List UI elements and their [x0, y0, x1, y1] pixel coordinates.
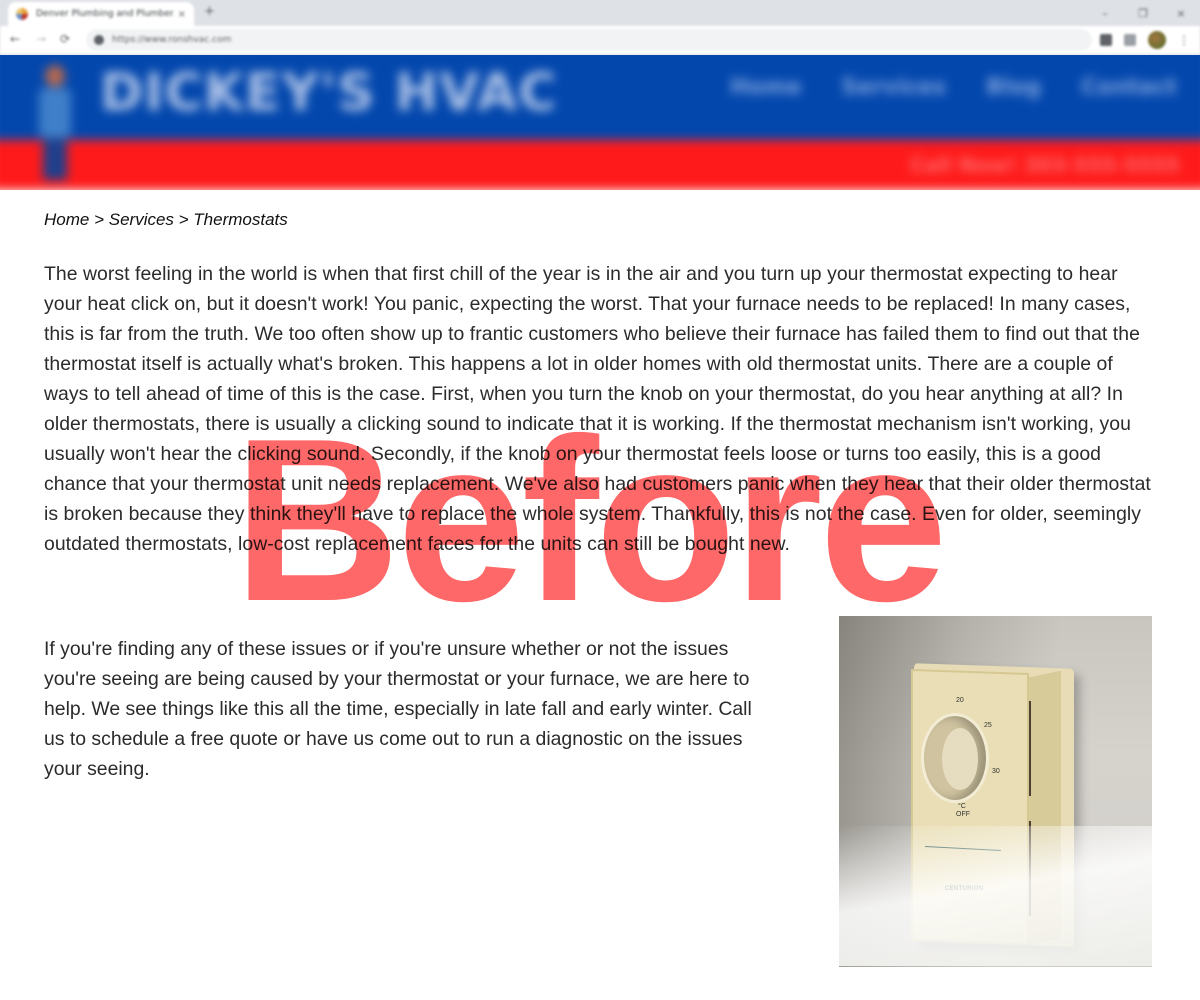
url-text[interactable]: https://www.ronshvac.com [112, 35, 231, 45]
tab-close-icon[interactable]: × [178, 9, 186, 20]
restore-button[interactable]: ❐ [1124, 0, 1162, 26]
extension-icon[interactable] [1100, 34, 1112, 46]
new-tab-button[interactable]: + [204, 4, 215, 19]
intro-paragraph: The worst feeling in the world is when t… [44, 263, 1151, 555]
minimize-button[interactable]: – [1086, 0, 1124, 26]
dial-label: OFF [956, 811, 970, 818]
browser-toolbar: ← → ⟳ https://www.ronshvac.com ⋮ [0, 26, 1200, 55]
breadcrumb-current: Thermostats [193, 210, 288, 229]
close-window-button[interactable]: × [1162, 0, 1200, 26]
nav-blog[interactable]: Blog [986, 75, 1041, 100]
browser-tab[interactable]: Denver Plumbing and Plumber... × [8, 2, 194, 26]
reload-button[interactable]: ⟳ [60, 32, 70, 46]
breadcrumb-home[interactable]: Home [44, 210, 89, 229]
lock-icon [94, 35, 104, 45]
favicon-icon [16, 8, 28, 20]
tab-strip: Denver Plumbing and Plumber... × + – ❐ × [0, 0, 1200, 26]
window-controls: – ❐ × [1086, 0, 1200, 26]
toolbar-icons: ⋮ [1100, 31, 1190, 49]
nav-services[interactable]: Services [841, 75, 946, 100]
tab-title: Denver Plumbing and Plumber... [36, 9, 174, 19]
thermostat-dial [921, 713, 989, 803]
site-logo[interactable]: DICKEY'S HVAC [100, 63, 557, 123]
nav-home[interactable]: Home [730, 75, 801, 100]
nav-contact[interactable]: Contact [1081, 75, 1177, 100]
main-content: Home > Services > Thermostats The worst … [44, 205, 1154, 559]
dial-label: 30 [992, 768, 1000, 775]
breadcrumb-separator: > [89, 210, 109, 229]
dial-label: 20 [956, 697, 964, 704]
back-button[interactable]: ← [10, 32, 20, 46]
breadcrumb-services[interactable]: Services [109, 210, 174, 229]
dial-label: 25 [984, 722, 992, 729]
breadcrumb-separator: > [173, 210, 194, 229]
phone-cta[interactable]: Call Now! 303-555-5555 [910, 153, 1180, 177]
forward-button[interactable]: → [36, 32, 46, 46]
site-header: DICKEY'S HVAC Home Services Blog Contact… [0, 55, 1200, 190]
mascot-logo-icon[interactable] [35, 60, 75, 180]
address-bar[interactable]: https://www.ronshvac.com [86, 29, 1092, 51]
help-paragraph: If you're finding any of these issues or… [44, 638, 752, 780]
thermostat-photo: 20 25 30 °C OFF CENTURION [839, 616, 1152, 967]
browser-menu-icon[interactable]: ⋮ [1178, 33, 1190, 47]
site-nav: Home Services Blog Contact [730, 75, 1177, 100]
profile-avatar[interactable] [1148, 31, 1166, 49]
dial-label: °C [958, 803, 966, 810]
browser-chrome: Denver Plumbing and Plumber... × + – ❐ ×… [0, 0, 1200, 55]
breadcrumb: Home > Services > Thermostats [44, 205, 1154, 235]
cast-icon[interactable] [1124, 34, 1136, 46]
